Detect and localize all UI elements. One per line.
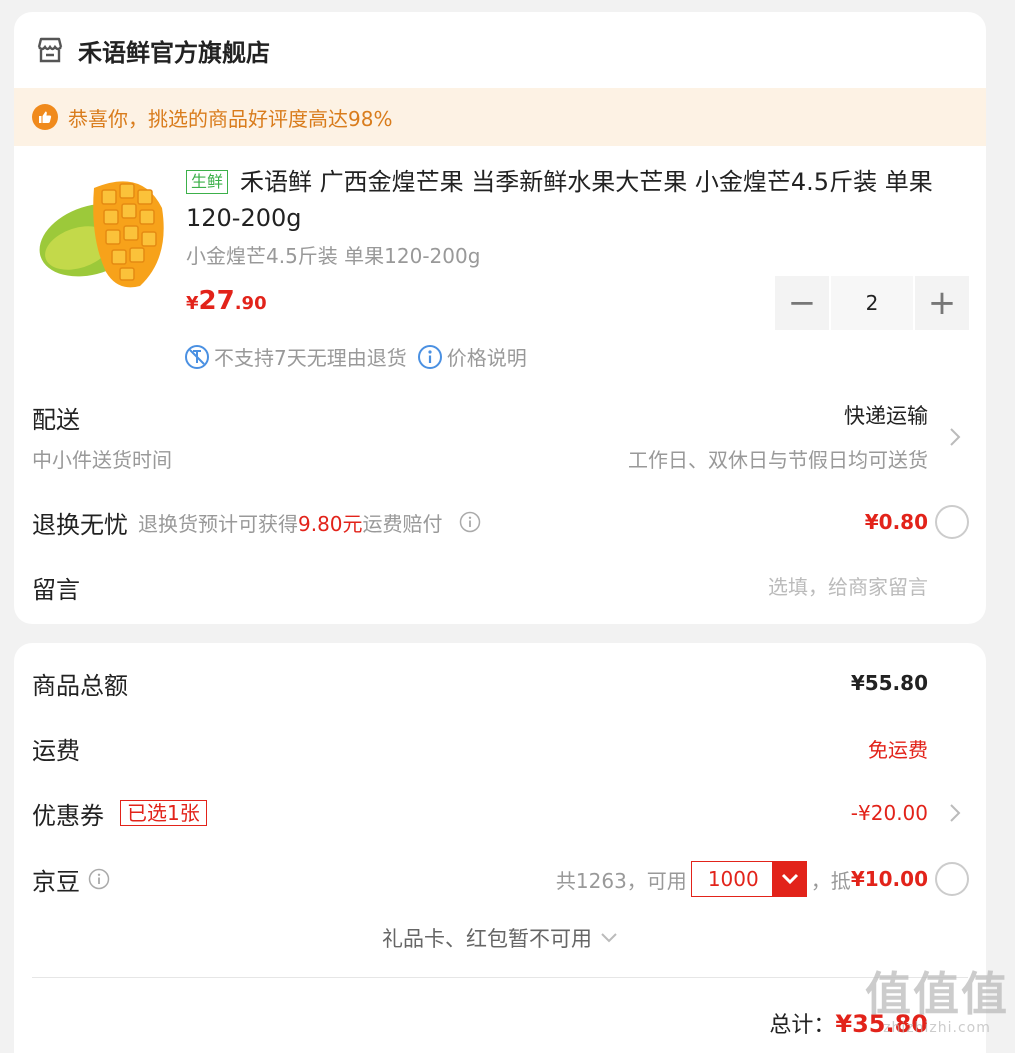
delivery-sub: 中小件送货时间 [32, 448, 172, 472]
returns-label: 退换无忧 [32, 510, 128, 539]
shop-header[interactable]: 禾语鲜官方旗舰店 [14, 12, 986, 88]
price-integer: 27 [198, 286, 235, 316]
shipping-row: 运费 免运费 [32, 728, 968, 768]
goods-total-row: 商品总额 ¥55.80 [32, 663, 968, 703]
product-title[interactable]: 生鲜 禾语鲜 广西金煌芒果 当季新鲜水果大芒果 小金煌芒4.5斤装 单果120-2… [186, 164, 976, 236]
product-notes: 不支持7天无理由退货 价格说明 [184, 342, 537, 371]
delivery-row[interactable]: 配送 中小件送货时间 快递运输 工作日、双休日与节假日均可送货 [32, 400, 968, 480]
returns-fee: ¥0.80 [864, 510, 928, 534]
delivery-label: 配送 [32, 406, 80, 434]
unavailable-text: 礼品卡、红包暂不可用 [382, 927, 592, 951]
returns-desc: 退换货预计可获得9.80元运费赔付 [138, 508, 443, 537]
chevron-down-icon [772, 861, 807, 897]
order-shop-card: 禾语鲜官方旗舰店 恭喜你，挑选的商品好评度高达98% 生鲜 禾语鲜 广西金煌芒果… [14, 12, 986, 624]
returns-desc-amount: 9.80元 [298, 511, 363, 536]
goods-total-label: 商品总额 [32, 671, 128, 700]
fresh-tag: 生鲜 [186, 170, 229, 194]
coupon-value: -¥20.00 [850, 801, 928, 825]
goods-total-value: ¥55.80 [850, 671, 928, 695]
price-explain-link[interactable]: 价格说明 [417, 342, 527, 371]
order-summary-card: 商品总额 ¥55.80 运费 免运费 优惠券 已选1张 -¥20.00 京豆 共… [14, 643, 986, 1053]
returns-desc-pre: 退换货预计可获得 [138, 511, 298, 536]
message-label: 留言 [32, 575, 80, 604]
returns-desc-post: 运费赔付 [362, 511, 443, 536]
message-row: 留言 [32, 567, 968, 607]
unavailable-payments[interactable]: 礼品卡、红包暂不可用 [14, 923, 986, 953]
delivery-type: 快递运输 [844, 404, 928, 428]
returns-radio[interactable] [935, 505, 969, 539]
beans-deduct-value: ¥10.00 [850, 867, 928, 891]
quantity-stepper: − 2 + [775, 276, 969, 330]
info-icon[interactable] [459, 511, 481, 533]
product-image[interactable] [32, 168, 168, 292]
divider [32, 977, 968, 978]
beans-amount-select[interactable]: 1000 [690, 861, 807, 897]
increase-quantity-button[interactable]: + [915, 276, 969, 330]
beans-deduct-pre: ，抵 [810, 868, 851, 893]
beans-radio[interactable] [935, 862, 969, 896]
beans-usage: 共1263，可用 1000 ，抵 ¥10.00 [556, 861, 928, 897]
total-label: 总计： [769, 1013, 836, 1038]
no-return-note[interactable]: 不支持7天无理由退货 [184, 342, 407, 371]
no-return-icon [185, 344, 209, 369]
coupon-row[interactable]: 优惠券 已选1张 -¥20.00 [32, 793, 968, 833]
beans-total: 共1263，可用 [555, 868, 687, 893]
coupon-selected-tag: 已选1张 [120, 800, 207, 826]
delivery-time: 工作日、双休日与节假日均可送货 [628, 448, 928, 472]
shop-name: 禾语鲜官方旗舰店 [78, 38, 270, 67]
rating-banner: 恭喜你，挑选的商品好评度高达98% [14, 88, 986, 146]
quantity-value[interactable]: 2 [831, 276, 913, 330]
no-return-text: 不支持7天无理由退货 [214, 346, 407, 370]
thumbs-up-icon [32, 104, 58, 130]
beans-row: 京豆 共1263，可用 1000 ，抵 ¥10.00 [32, 859, 969, 899]
info-icon[interactable] [88, 868, 110, 890]
product-title-text: 禾语鲜 广西金煌芒果 当季新鲜水果大芒果 小金煌芒4.5斤装 单果120-200… [186, 168, 933, 232]
store-icon [37, 37, 63, 63]
beans-label: 京豆 [32, 867, 80, 896]
price-explain-text: 价格说明 [446, 346, 527, 370]
decrease-quantity-button[interactable]: − [775, 276, 829, 330]
chevron-right-icon [950, 804, 961, 822]
chevron-down-icon [601, 933, 617, 943]
watermark-logo: 值值值 [865, 967, 1009, 1021]
coupon-label: 优惠券 [32, 801, 104, 830]
product-spec: 小金煌芒4.5斤装 单果120-200g [186, 244, 481, 268]
price-currency: ¥ [186, 293, 199, 314]
beans-amount-value: 1000 [690, 861, 773, 897]
site-watermark: 值值值 zhizhizhi.com [865, 968, 1009, 1036]
price-decimal: .90 [234, 293, 267, 314]
watermark-url: zhizhizhi.com [883, 1020, 991, 1036]
product-item: 生鲜 禾语鲜 广西金煌芒果 当季新鲜水果大芒果 小金煌芒4.5斤装 单果120-2… [14, 146, 986, 386]
returns-row: 退换无忧 退换货预计可获得9.80元运费赔付 ¥0.80 [32, 502, 969, 542]
message-input[interactable] [528, 571, 928, 603]
chevron-right-icon [950, 428, 961, 446]
shipping-label: 运费 [32, 736, 80, 765]
banner-text: 恭喜你，挑选的商品好评度高达98% [68, 106, 393, 131]
info-icon [417, 344, 442, 369]
shipping-value: 免运费 [868, 737, 928, 762]
product-price: ¥27.90 [186, 286, 267, 316]
